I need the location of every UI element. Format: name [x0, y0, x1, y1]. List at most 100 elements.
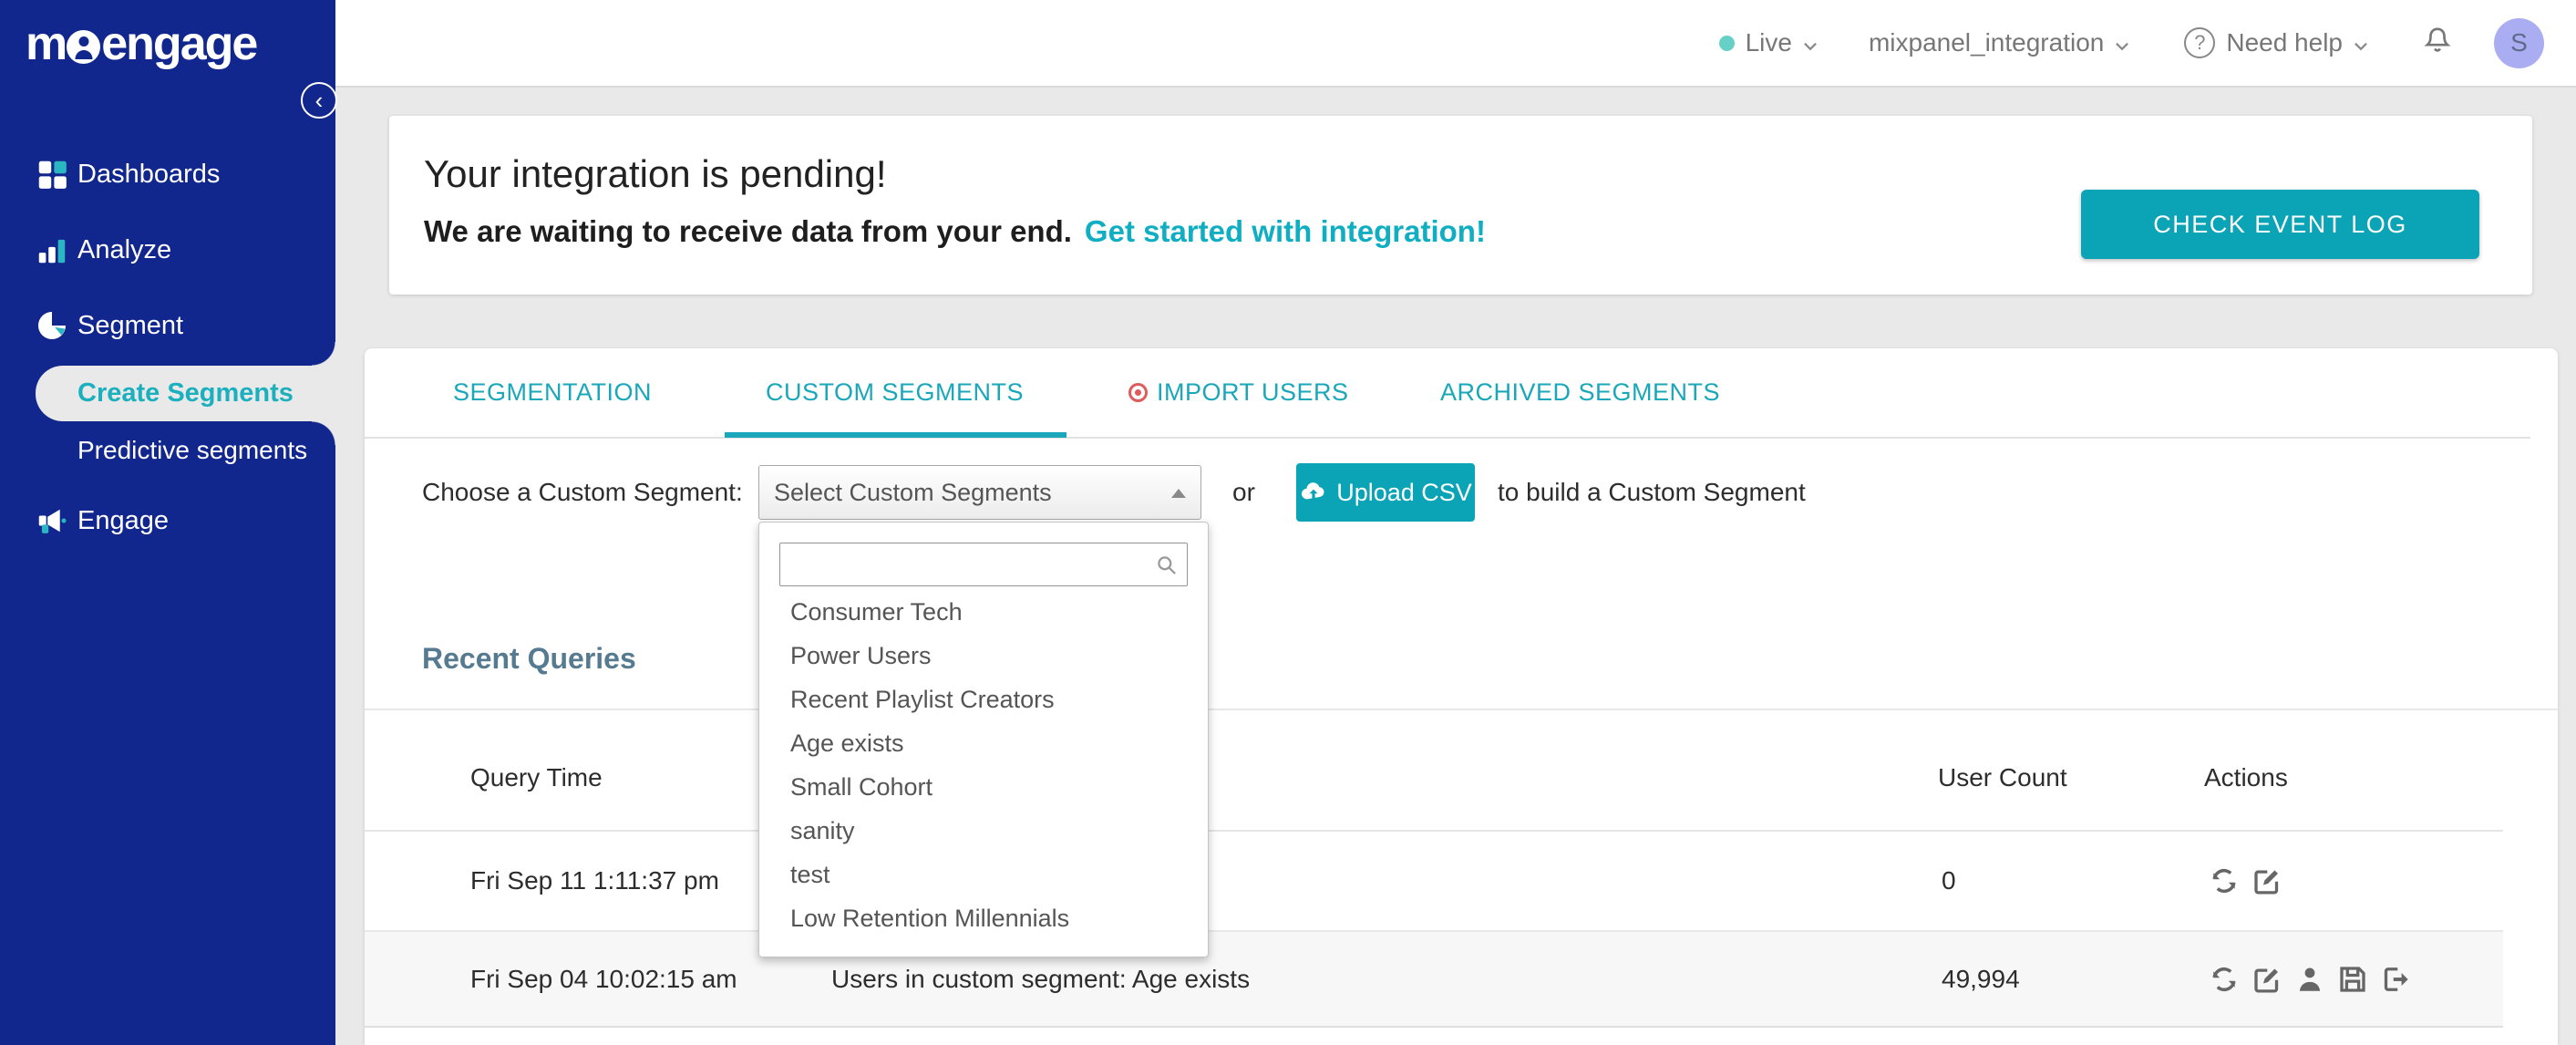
sidebar: m engage Dashboards Analyze Segment Creat… [0, 0, 335, 1045]
tab-custom-segments[interactable]: CUSTOM SEGMENTS [766, 378, 1024, 407]
check-event-log-label: CHECK EVENT LOG [2153, 210, 2407, 238]
project-name: mixpanel_integration [1868, 28, 2105, 57]
conjunction-text: or [1232, 478, 1255, 506]
chevron-left-icon: ‹ [314, 87, 324, 114]
export-button[interactable] [2379, 963, 2412, 996]
segment-search [779, 543, 1188, 586]
segment-option[interactable]: Power Users [759, 634, 1208, 678]
query-time-cell: Fri Sep 04 10:02:15 am [470, 964, 737, 993]
pill-corner-bottom [312, 421, 335, 445]
query-cell: Users in custom segment: Age exists [831, 964, 1251, 993]
select-arrow-icon [1171, 489, 1186, 498]
column-header-actions: Actions [2204, 763, 2288, 792]
sidebar-item-label: Predictive segments [77, 436, 308, 464]
save-button[interactable] [2336, 963, 2369, 996]
sidebar-item-segment[interactable]: Segment [0, 296, 335, 355]
get-started-link[interactable]: Get started with integration! [1085, 214, 1486, 248]
pill-corner-top [312, 342, 335, 366]
help-icon: ? [2184, 27, 2216, 58]
banner-subtitle-text: We are waiting to receive data from your… [424, 214, 1072, 248]
topbar: Live mixpanel_integration ? Need help S [335, 0, 2576, 88]
integration-banner: Your integration is pending! We are wait… [389, 116, 2532, 295]
collapse-sidebar-button[interactable]: ‹ [301, 82, 337, 119]
segment-option[interactable]: test [759, 853, 1208, 896]
project-switcher[interactable]: mixpanel_integration [1869, 28, 2129, 57]
sidebar-item-dashboards[interactable]: Dashboards [0, 145, 335, 203]
need-help-menu[interactable]: ? Need help [2184, 27, 2368, 58]
sidebar-item-create-segments[interactable]: Create Segments [36, 366, 335, 421]
moengage-logo: m engage [26, 16, 258, 71]
analyze-icon [35, 233, 69, 267]
custom-segment-dropdown-panel: Consumer Tech Power Users Recent Playlis… [758, 522, 1209, 957]
sidebar-item-label: Segment [77, 310, 184, 340]
sidebar-item-predictive-segments[interactable]: Predictive segments [0, 425, 335, 476]
search-icon [1154, 553, 1179, 577]
edit-button[interactable] [2251, 864, 2283, 897]
app-window: m engage Dashboards Analyze Segment Creat… [0, 0, 2576, 1045]
select-value: Select Custom Segments [774, 479, 1052, 506]
row-actions [2208, 963, 2412, 996]
segment-option[interactable]: Consumer Tech [759, 590, 1208, 634]
upload-csv-label: Upload CSV [1336, 478, 1472, 506]
row-actions [2208, 864, 2283, 897]
refresh-button[interactable] [2208, 963, 2241, 996]
logo-text-rest: engage [101, 17, 258, 70]
tab-label: SEGMENTATION [453, 378, 653, 406]
import-users-badge-icon [1128, 383, 1148, 402]
tab-bar: SEGMENTATION CUSTOM SEGMENTS IMPORT USER… [365, 348, 2530, 439]
segment-option-list: Consumer Tech Power Users Recent Playlis… [759, 590, 1208, 940]
user-count-cell: 49,994 [1942, 964, 2020, 993]
table-header-row: Query Time User Count Actions [365, 763, 2503, 809]
chooser-label: Choose a Custom Segment: [422, 478, 743, 506]
avatar[interactable]: S [2494, 17, 2544, 68]
table-row: Fri Sep 11 1:11:37 pm 0 [365, 832, 2503, 932]
sidebar-item-engage[interactable]: Engage [0, 491, 335, 550]
segment-search-input[interactable] [779, 543, 1188, 586]
tab-archived-segments[interactable]: ARCHIVED SEGMENTS [1440, 378, 1720, 407]
environment-label: Live [1745, 28, 1792, 57]
banner-subtitle: We are waiting to receive data from your… [424, 214, 1486, 249]
sidebar-item-label: Create Segments [77, 378, 294, 408]
tab-label: ARCHIVED SEGMENTS [1440, 378, 1721, 406]
segment-option[interactable]: Low Retention Millennials [759, 896, 1208, 940]
chevron-down-icon [1803, 28, 1818, 57]
edit-button[interactable] [2251, 963, 2283, 996]
recent-queries-heading: Recent Queries [422, 642, 636, 675]
segment-option[interactable]: sanity [759, 809, 1208, 853]
need-help-label: Need help [2226, 28, 2343, 57]
refresh-button[interactable] [2208, 864, 2241, 897]
segment-option[interactable]: Recent Playlist Creators [759, 678, 1208, 721]
bell-icon [2421, 25, 2454, 62]
segment-option[interactable]: Age exists [759, 721, 1208, 765]
view-users-button[interactable] [2293, 963, 2326, 996]
segment-option[interactable]: Small Cohort [759, 765, 1208, 809]
tab-label: CUSTOM SEGMENTS [766, 378, 1025, 406]
check-event-log-button[interactable]: CHECK EVENT LOG [2081, 190, 2479, 259]
chooser-suffix: to build a Custom Segment [1498, 478, 1806, 506]
upload-csv-button[interactable]: Upload CSV [1296, 463, 1475, 522]
avatar-initial: S [2510, 28, 2528, 57]
chevron-down-icon [2354, 28, 2368, 57]
environment-switcher[interactable]: Live [1718, 28, 1818, 57]
column-header-query-time: Query Time [470, 763, 603, 792]
logo-o-icon [67, 29, 101, 64]
chevron-down-icon [2115, 28, 2129, 57]
upload-cloud-icon [1299, 478, 1328, 507]
segment-icon [35, 308, 69, 343]
sidebar-item-analyze[interactable]: Analyze [0, 221, 335, 279]
table-row: Fri Sep 04 10:02:15 am Users in custom s… [365, 932, 2503, 1028]
segments-card: SEGMENTATION CUSTOM SEGMENTS IMPORT USER… [365, 348, 2558, 1045]
notifications-button[interactable] [2421, 25, 2454, 62]
logo-text-m: m [26, 17, 67, 70]
tab-import-users[interactable]: IMPORT USERS [1128, 378, 1349, 407]
custom-segment-select[interactable]: Select Custom Segments [758, 465, 1201, 520]
sidebar-item-label: Analyze [77, 234, 172, 264]
sidebar-item-label: Dashboards [77, 159, 221, 189]
banner-title: Your integration is pending! [424, 152, 887, 195]
divider [365, 709, 2558, 710]
user-count-cell: 0 [1942, 866, 1956, 895]
sidebar-item-label: Engage [77, 505, 169, 535]
column-header-user-count: User Count [1938, 763, 2067, 792]
engage-icon [35, 503, 69, 538]
tab-segmentation[interactable]: SEGMENTATION [453, 378, 652, 407]
